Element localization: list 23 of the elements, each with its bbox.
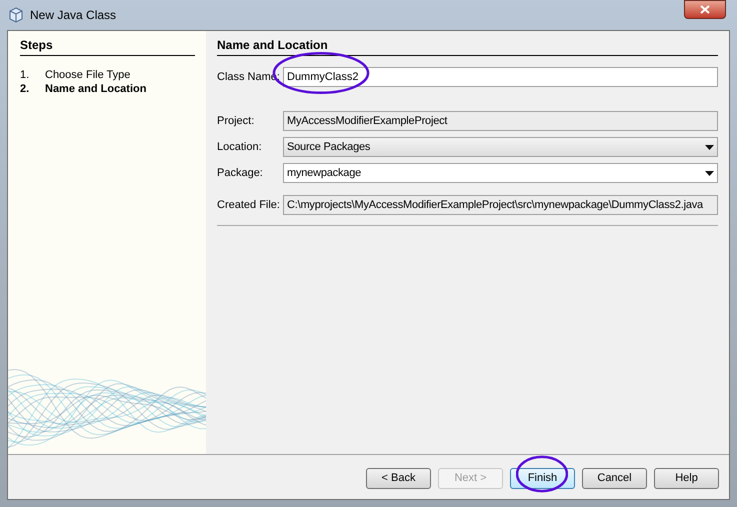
close-button[interactable] <box>684 0 726 19</box>
dialog-button[interactable]: Cancel <box>582 468 647 489</box>
package-combo-field[interactable]: mynewpackage <box>283 163 718 183</box>
field-label: Location: <box>217 140 263 155</box>
field-label: Created File: <box>217 198 281 213</box>
dropdown-arrow-icon <box>705 144 714 150</box>
dialog-button[interactable]: Finish <box>510 468 575 489</box>
class-name-field[interactable]: DummyClass2 <box>283 67 718 87</box>
readonly-field: MyAccessModifierExampleProject <box>283 111 718 131</box>
field-label: Package: <box>217 166 264 181</box>
step-item: 1. Choose File Type <box>20 68 132 82</box>
location-dropdown[interactable]: Source Packages <box>283 137 718 157</box>
steps-title: Steps <box>20 36 195 56</box>
dialog-button[interactable]: < Back <box>366 468 431 489</box>
step-item: 2. Name and Location <box>20 82 148 96</box>
readonly-field: C:\myprojects\MyAccessModifierExampleProject\src\mynewpackage\DummyClass2.java <box>283 195 718 215</box>
dialog-button[interactable]: Help <box>654 468 719 489</box>
dropdown-arrow-icon <box>705 170 714 176</box>
close-icon <box>700 5 710 14</box>
cube-icon <box>8 7 24 23</box>
section-title: Name and Location <box>217 36 718 56</box>
field-label: Project: <box>217 114 256 129</box>
window-title: New Java Class <box>30 7 116 24</box>
